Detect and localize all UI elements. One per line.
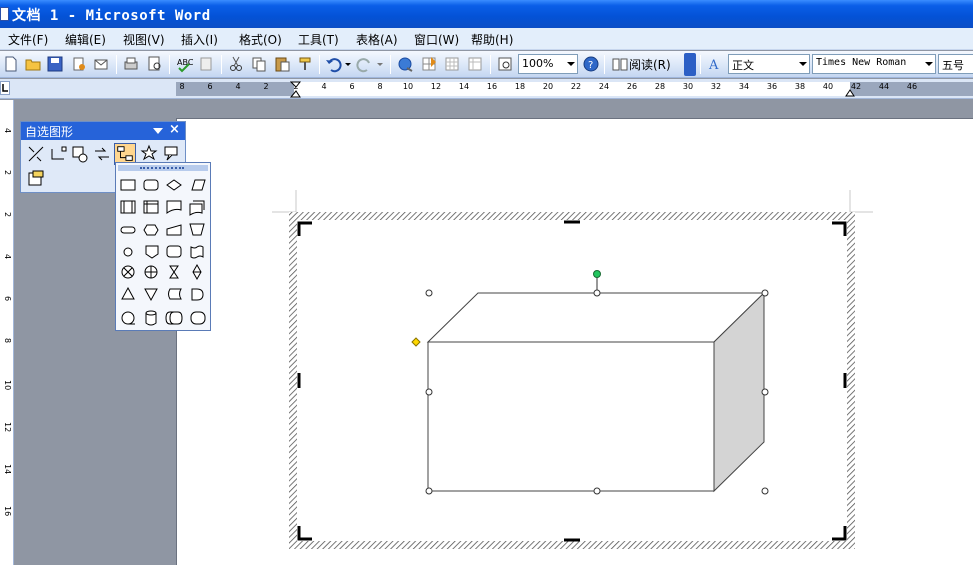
flowchart-internal-storage-icon[interactable]: [143, 200, 159, 214]
connectors-icon[interactable]: [47, 143, 69, 165]
basic-shapes-icon[interactable]: [69, 143, 91, 165]
flowchart-alternate-process-icon[interactable]: [143, 179, 159, 191]
flowchart-extract-icon[interactable]: [121, 286, 135, 300]
cube-shape[interactable]: [426, 291, 766, 493]
autoshapes-title-bar[interactable]: 自选图形 ×: [21, 122, 185, 140]
flowchart-collate-icon[interactable]: [169, 265, 179, 279]
flowchart-summing-junction-icon[interactable]: [121, 265, 135, 279]
page-corner-mark: [849, 190, 873, 213]
flowchart-data-icon[interactable]: [191, 179, 206, 191]
flowchart-document-icon[interactable]: [166, 200, 182, 214]
rotation-handle[interactable]: [593, 270, 601, 278]
flowchart-manual-operation-icon[interactable]: [189, 223, 205, 236]
flowchart-display-icon[interactable]: [190, 311, 206, 325]
flowchart-sequential-access-storage-icon[interactable]: [121, 311, 135, 325]
more-autoshapes-icon[interactable]: [25, 168, 47, 190]
flowchart-offpage-connector-icon[interactable]: [145, 245, 159, 259]
flowchart-stored-data-icon[interactable]: [168, 288, 182, 300]
flowchart-delay-icon[interactable]: [191, 288, 204, 301]
toolbar-options-icon[interactable]: [153, 128, 163, 134]
flowchart-palette: [115, 162, 211, 331]
flowchart-shapes-grid: [120, 179, 206, 326]
flowchart-magnetic-disk-icon[interactable]: [145, 310, 157, 326]
word-window: 文档 1 - Microsoft Word 文件(F) 编辑(E) 视图(V) …: [0, 0, 973, 565]
flowchart-predefined-process-icon[interactable]: [120, 200, 136, 214]
close-icon[interactable]: ×: [169, 122, 180, 137]
flowchart-process-icon[interactable]: [120, 179, 136, 191]
autoshapes-title: 自选图形: [25, 125, 74, 139]
block-arrows-icon[interactable]: [91, 143, 113, 165]
flowchart-or-icon[interactable]: [144, 265, 158, 279]
flowchart-connector-icon[interactable]: [123, 247, 133, 257]
flowchart-manual-input-icon[interactable]: [166, 224, 182, 236]
flowchart-sort-icon[interactable]: [192, 263, 202, 281]
flowchart-punched-tape-icon[interactable]: [190, 245, 204, 259]
flowchart-card-icon[interactable]: [166, 245, 182, 258]
flowchart-preparation-icon[interactable]: [143, 224, 159, 236]
lines-icon[interactable]: [25, 143, 47, 165]
flowchart-terminator-icon[interactable]: [120, 226, 136, 234]
flowchart-direct-access-storage-icon[interactable]: [165, 311, 183, 325]
flowchart-multidocument-icon[interactable]: [189, 200, 205, 216]
flowchart-decision-icon[interactable]: [166, 179, 182, 191]
flowchart-merge-icon[interactable]: [144, 288, 158, 302]
page-corner-mark: [272, 190, 297, 213]
